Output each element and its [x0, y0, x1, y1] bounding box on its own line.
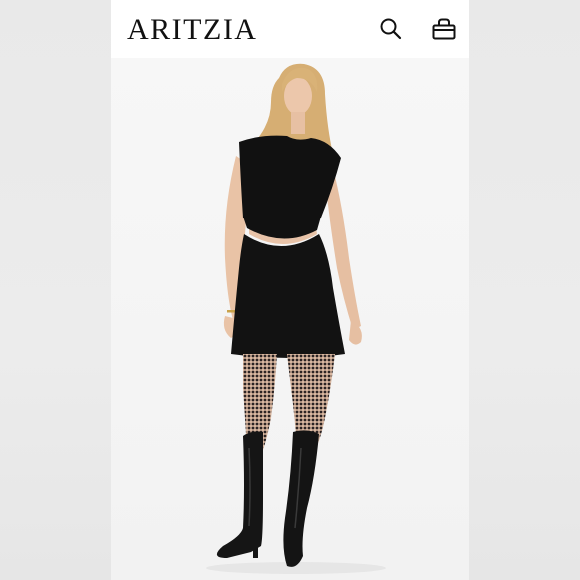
shopping-bag-icon[interactable]: [431, 16, 457, 42]
app-screen: ARITZIA: [111, 0, 469, 580]
left-backdrop: [0, 0, 111, 580]
top-header: ARITZIA: [111, 0, 469, 58]
right-backdrop: [469, 0, 580, 580]
product-image[interactable]: [111, 58, 469, 580]
brand-logo[interactable]: ARITZIA: [127, 14, 257, 46]
model-figure: [206, 63, 386, 574]
search-icon[interactable]: [378, 16, 404, 42]
